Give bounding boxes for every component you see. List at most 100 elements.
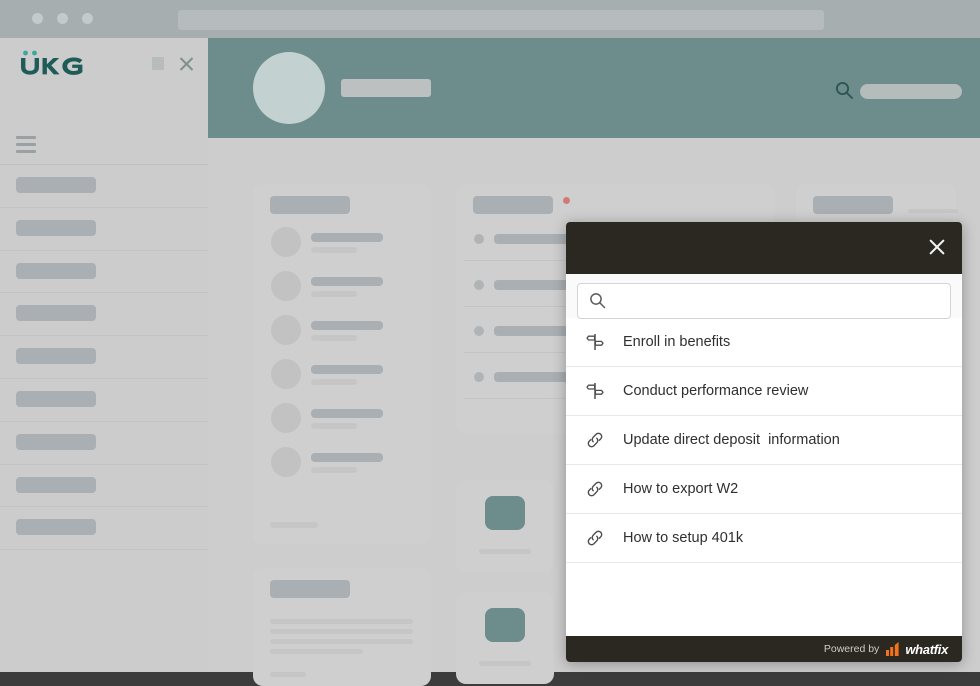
popup-header — [566, 222, 962, 274]
card-divider-line — [908, 209, 958, 213]
sidebar — [0, 38, 208, 672]
sidebar-item-label — [16, 262, 96, 279]
sidebar-item[interactable] — [0, 422, 208, 465]
result-item-label: Update direct deposit information — [623, 432, 840, 448]
page-title — [341, 79, 431, 97]
sidebar-item-label — [16, 219, 96, 236]
traffic-light-close[interactable] — [32, 13, 43, 24]
search-input[interactable] — [860, 84, 962, 99]
result-item-update-direct-deposit-information[interactable]: Update direct deposit information — [566, 416, 962, 465]
content-tile — [456, 592, 554, 684]
list-item-line-primary — [311, 321, 383, 330]
text-line — [270, 619, 413, 624]
list-item-line-secondary — [311, 467, 357, 473]
whatfix-wordmark: whatfix — [905, 641, 948, 657]
address-bar[interactable] — [178, 10, 824, 30]
popup-footer: Powered by whatfix — [566, 636, 962, 662]
search-input[interactable] — [616, 284, 942, 318]
list-item-line-secondary — [311, 291, 357, 297]
card-title-placeholder — [813, 196, 893, 214]
app-window: Enroll in benefits Conduct performance r… — [0, 38, 980, 686]
status-badge — [563, 197, 570, 204]
traffic-light-minimize[interactable] — [57, 13, 68, 24]
card-title-placeholder — [473, 196, 553, 214]
sidebar-item-label — [16, 390, 96, 407]
list-item-avatar — [271, 315, 301, 345]
tile-caption — [479, 661, 531, 666]
whatfix-logo[interactable]: whatfix — [886, 642, 948, 657]
search-box[interactable] — [577, 283, 951, 319]
whatfix-popup: Enroll in benefits Conduct performance r… — [566, 222, 962, 662]
list-item-avatar — [271, 271, 301, 301]
result-item-label: Conduct performance review — [623, 383, 809, 399]
signpost-icon — [584, 331, 606, 353]
list-item-line-primary — [311, 277, 383, 286]
close-icon[interactable] — [178, 55, 195, 72]
content-card-text — [253, 568, 431, 686]
list-item-line-primary — [311, 233, 383, 242]
list-item-line-primary — [311, 365, 383, 374]
list-item-line-secondary — [311, 247, 357, 253]
list-item-line-secondary — [311, 423, 357, 429]
list-item-line-secondary — [311, 379, 357, 385]
sidebar-item[interactable] — [0, 465, 208, 508]
list-item-line-secondary — [311, 335, 357, 341]
screenshot-root: Enroll in benefits Conduct performance r… — [0, 0, 980, 686]
result-item-label: How to setup 401k — [623, 530, 744, 546]
popup-empty-space — [566, 563, 962, 631]
tile-thumbnail — [485, 496, 525, 530]
sidebar-item-label — [16, 348, 96, 365]
content-tile — [456, 480, 554, 572]
app-window-controls — [152, 55, 195, 72]
notification-bullet — [474, 234, 484, 244]
sidebar-item-label — [16, 519, 96, 536]
text-line — [270, 629, 413, 634]
maximize-icon[interactable] — [152, 57, 164, 70]
ukg-logo — [19, 50, 85, 81]
hamburger-menu-icon[interactable] — [16, 136, 36, 157]
result-item-label: How to export W2 — [623, 481, 739, 497]
sidebar-item[interactable] — [0, 336, 208, 379]
card-footer-placeholder — [270, 522, 318, 528]
avatar — [253, 52, 325, 124]
browser-chrome — [0, 0, 980, 38]
result-item-how-to-export-w2[interactable]: How to export W2 — [566, 465, 962, 514]
list-item-avatar — [271, 359, 301, 389]
sidebar-nav-list — [0, 165, 208, 551]
search-icon — [589, 292, 606, 314]
result-item-enroll-in-benefits[interactable]: Enroll in benefits — [566, 318, 962, 367]
sidebar-item[interactable] — [0, 251, 208, 294]
tile-caption — [479, 549, 531, 554]
list-item-avatar — [271, 447, 301, 477]
tile-thumbnail — [485, 608, 525, 642]
text-line — [270, 639, 413, 644]
result-item-conduct-performance-review[interactable]: Conduct performance review — [566, 367, 962, 416]
card-title-placeholder — [270, 196, 350, 214]
sidebar-item[interactable] — [0, 165, 208, 208]
link-icon — [584, 527, 606, 549]
notification-bullet — [474, 326, 484, 336]
traffic-light-maximize[interactable] — [82, 13, 93, 24]
link-icon — [584, 478, 606, 500]
result-item-label: Enroll in benefits — [623, 334, 731, 350]
sidebar-item-label — [16, 433, 96, 450]
sidebar-item[interactable] — [0, 208, 208, 251]
close-icon[interactable] — [926, 236, 948, 258]
search-icon[interactable] — [834, 80, 854, 105]
app-header — [208, 38, 980, 138]
sidebar-item-label — [16, 305, 96, 322]
sidebar-header — [0, 38, 208, 86]
sidebar-item-label — [16, 476, 96, 493]
sidebar-item[interactable] — [0, 293, 208, 337]
search-results-list: Enroll in benefits Conduct performance r… — [566, 318, 962, 563]
notification-bullet — [474, 372, 484, 382]
sidebar-item[interactable] — [0, 379, 208, 422]
sidebar-item[interactable] — [0, 507, 208, 551]
list-item-line-primary — [311, 409, 383, 418]
notification-bullet — [474, 280, 484, 290]
list-item-avatar — [271, 403, 301, 433]
result-item-how-to-setup-401k[interactable]: How to setup 401k — [566, 514, 962, 563]
sidebar-item-label — [16, 177, 96, 193]
window-traffic-lights — [32, 13, 93, 24]
powered-by-label: Powered by — [823, 643, 880, 655]
